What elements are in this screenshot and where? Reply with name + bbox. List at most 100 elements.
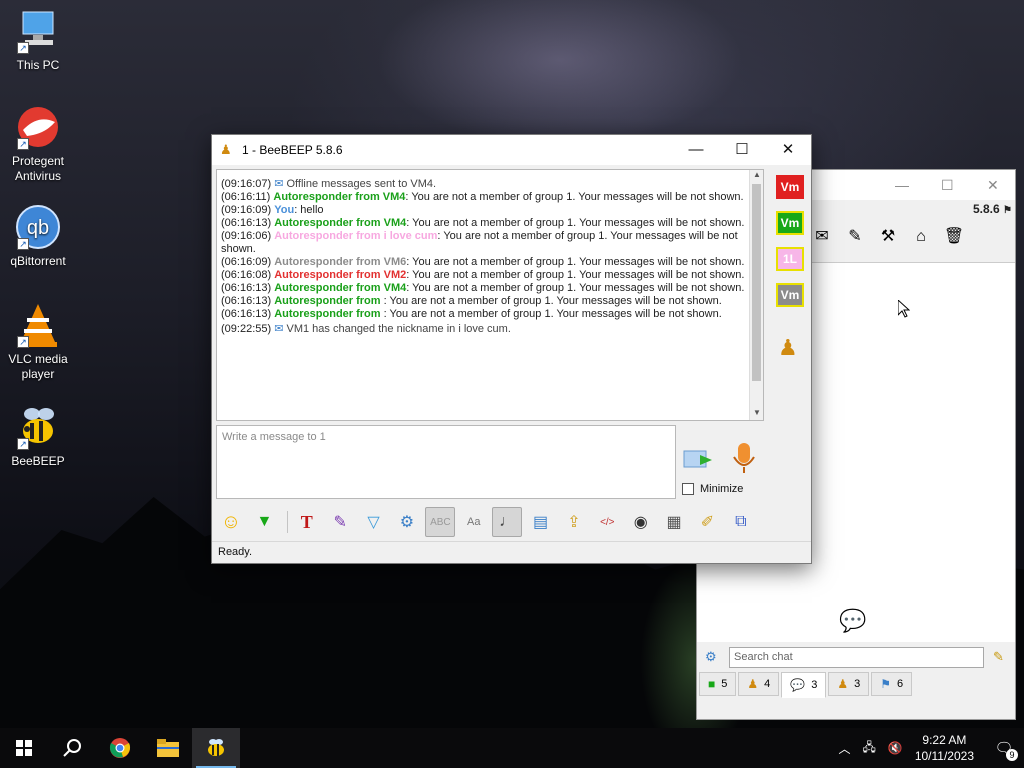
mail-icon[interactable]: ✉ [809, 224, 835, 250]
notifications-button[interactable]: 🗨 9 [984, 739, 1024, 761]
status-bar: Ready. [212, 541, 811, 563]
chat-toolbar: ☺ ▼ T ✎ ▽ ⚙ ABC Aa ♩ ▤ ⇪ </> ◉ ▦ ✐ ⧉ [216, 505, 759, 539]
text-format-icon[interactable]: T [292, 507, 322, 537]
scroll-thumb[interactable] [752, 184, 761, 381]
desktop-icon-qbittorrent[interactable]: qb ↗ qBittorrent [0, 204, 76, 269]
groups-icon: ♟ [747, 677, 759, 691]
tools-icon[interactable]: ⚒ [875, 224, 901, 250]
trash-icon[interactable]: 🗑 [941, 224, 967, 250]
edit-note-icon[interactable]: ✐ [692, 507, 722, 537]
close-icon[interactable]: ✕ [765, 135, 811, 165]
share-file-icon[interactable]: ⇪ [559, 507, 589, 537]
chat-messages: (09:16:07) ✉ Offline messages sent to VM… [217, 170, 763, 336]
spellcheck-icon[interactable]: ABC [425, 507, 456, 537]
group-members-icon[interactable]: ♟ [778, 335, 798, 361]
download-icon[interactable]: ▼ [249, 507, 279, 537]
maximize-icon[interactable]: ☐ [719, 135, 765, 165]
message-sender: Autoresponder from VM2 [274, 269, 407, 281]
save-chat-icon[interactable]: ▤ [526, 507, 556, 537]
home-icon[interactable]: ⌂ [908, 224, 934, 250]
font-icon[interactable]: Aa [459, 507, 489, 537]
chat-message: (06:16:11) Autoresponder from VM4: You a… [221, 191, 749, 204]
screenshot-icon[interactable]: ◉ [626, 507, 656, 537]
message-text: : hello [294, 204, 324, 216]
taskbar-chrome[interactable] [96, 728, 144, 768]
close-icon[interactable]: ✕ [987, 177, 999, 194]
chat-window[interactable]: ♟ 1 - BeeBEEP 5.8.6 — ☐ ✕ (09:16:07) ✉ O… [211, 134, 812, 564]
minimize-icon[interactable]: — [673, 135, 719, 165]
message-text: : You are not a member of group 1. Your … [406, 269, 745, 281]
chat-message: (06:16:13) Autoresponder from : You are … [221, 295, 749, 308]
start-button[interactable] [0, 728, 48, 768]
desktop-icon-protegent[interactable]: ↗ Protegent Antivirus [0, 104, 76, 184]
clock[interactable]: 9:22 AM 10/11/2023 [915, 732, 974, 764]
clear-search-icon[interactable]: ✎ [993, 649, 1004, 665]
maximize-icon[interactable]: ☐ [941, 177, 954, 194]
microphone-icon [733, 443, 755, 473]
folder-icon [157, 739, 179, 757]
tab-count: 5 [721, 678, 728, 690]
search-button[interactable] [48, 728, 96, 768]
music-note-icon[interactable]: ♩ [492, 507, 523, 537]
gear-icon[interactable]: ⚙ [705, 649, 717, 665]
version-label: 5.8.6 ⚑ [973, 202, 1013, 216]
chat-member-avatar[interactable]: Vm [776, 211, 804, 235]
svg-text:qb: qb [27, 217, 49, 239]
emoticon-icon[interactable]: ☺ [216, 507, 246, 537]
chat-log[interactable]: (09:16:07) ✉ Offline messages sent to VM… [216, 169, 764, 421]
search-chat-input[interactable]: Search chat [729, 647, 984, 668]
tab-chats[interactable]: 💬 3 [781, 672, 827, 698]
voice-message-button[interactable] [730, 441, 758, 475]
message-time: (06:16:09) [221, 256, 272, 268]
chat-icon: 💬 [790, 678, 806, 692]
scroll-up-icon[interactable]: ▲ [750, 170, 763, 182]
message-text: VM1 has changed the nickname in i love c… [286, 323, 511, 335]
desktop-icon-vlc[interactable]: ↗ VLC media player [0, 302, 76, 382]
qbittorrent-icon: qb ↗ [15, 204, 61, 250]
chevron-up-icon[interactable]: ︿ [838, 740, 850, 757]
clock-date: 10/11/2023 [914, 749, 974, 763]
html-code-icon[interactable]: </> [592, 507, 622, 537]
minimize-checkbox-row[interactable]: Minimize [682, 483, 743, 495]
gear-icon[interactable]: ⚙ [392, 507, 422, 537]
message-time: (06:16:13) [221, 295, 272, 307]
tab-groups[interactable]: ♟ 4 [738, 672, 780, 696]
edit-icon[interactable]: ✎ [842, 224, 868, 250]
chat-member-avatar[interactable]: 1L [776, 247, 804, 271]
minimize-checkbox[interactable] [682, 483, 694, 495]
desktop-icon-beebeep[interactable]: ↗ BeeBEEP [0, 404, 76, 469]
tab-count: 3 [811, 679, 818, 691]
system-message-icon: ✉ [274, 178, 284, 190]
filter-icon[interactable]: ▽ [359, 507, 389, 537]
message-text: : You are not a member of group 1. Your … [383, 308, 722, 320]
chat-member-avatar[interactable]: Vm [776, 175, 804, 199]
minimize-icon[interactable]: — [895, 177, 909, 193]
dock-window-icon[interactable]: ⧉ [726, 507, 756, 537]
clear-icon[interactable]: ▦ [659, 507, 689, 537]
message-time: (06:16:11) [221, 191, 271, 203]
message-time: (06:16:13) [221, 282, 272, 294]
tab-users[interactable]: ■ 5 [699, 672, 737, 696]
send-button[interactable] [682, 445, 718, 475]
desktop-icon-this-pc[interactable]: ↗ This PC [0, 8, 76, 73]
taskbar-file-explorer[interactable] [144, 728, 192, 768]
network-icon[interactable]: 🖧 [862, 738, 875, 759]
chat-bubbles-icon: 💬 [839, 608, 867, 633]
message-input[interactable]: Write a message to 1 [216, 425, 676, 499]
chat-message: (09:16:07) ✉ Offline messages sent to VM… [221, 178, 749, 191]
message-sender: Autoresponder from VM4 [274, 282, 407, 294]
tab-history[interactable]: ⚑ 6 [871, 672, 913, 696]
taskbar-beebeep[interactable] [192, 728, 240, 768]
chat-window-title-bar: ♟ 1 - BeeBEEP 5.8.6 — ☐ ✕ [212, 135, 811, 165]
protegent-icon: ↗ [15, 104, 61, 150]
desktop-icon-label: BeeBEEP [11, 454, 65, 468]
chat-scrollbar[interactable]: ▲ ▼ [749, 170, 763, 420]
message-sender: Autoresponder from VM4 [273, 191, 406, 203]
color-pen-icon[interactable]: ✎ [325, 507, 355, 537]
message-sender: Autoresponder from [274, 295, 384, 307]
chat-member-avatar[interactable]: Vm [776, 283, 804, 307]
message-sender: Autoresponder from VM4 [274, 217, 407, 229]
scroll-down-icon[interactable]: ▼ [750, 408, 763, 420]
tab-group-chats[interactable]: ♟ 3 [828, 672, 870, 696]
volume-muted-icon[interactable]: 🔇 [888, 741, 903, 755]
